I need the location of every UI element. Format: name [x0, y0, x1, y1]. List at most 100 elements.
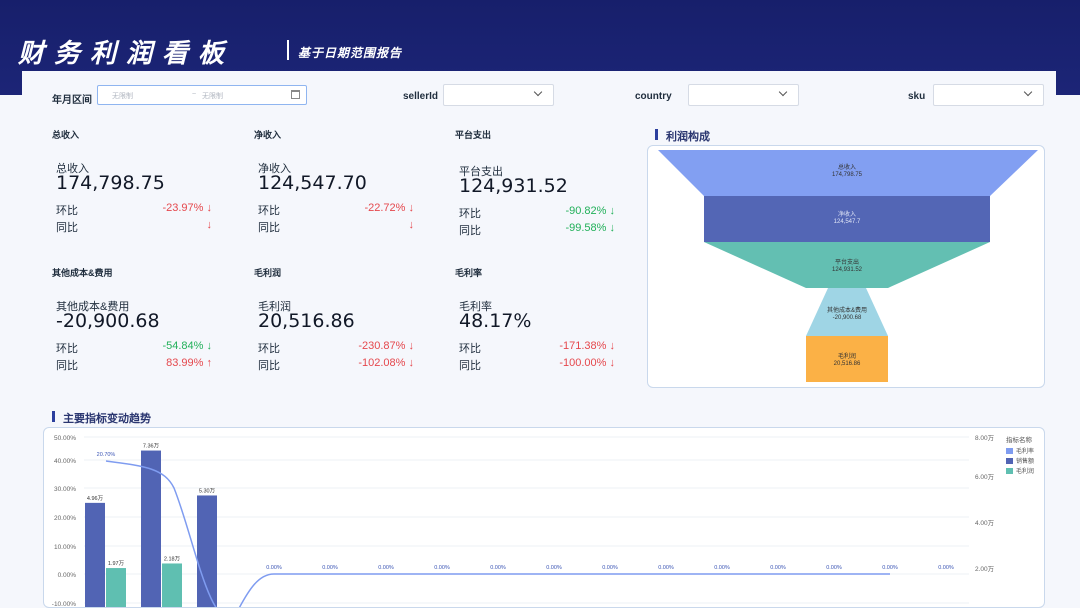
profit-bar-label: 2.18万 — [164, 555, 181, 562]
margin-line-label: 0.00% — [266, 565, 282, 571]
kpi-card-title: 净收入 — [254, 130, 282, 140]
yoy-label: 同比 — [258, 222, 280, 234]
yoy-label: 同比 — [56, 222, 78, 234]
margin-line-label: 0.00% — [938, 565, 954, 571]
sales-bar-label: 7.36万 — [143, 443, 160, 450]
range-separator: ~ — [192, 91, 197, 98]
left-axis-tick: 30.00% — [54, 486, 76, 493]
margin-line-label: 0.00% — [322, 565, 338, 571]
kpi-card-title: 平台支出 — [455, 130, 492, 140]
mom-change: -23.97% ↓ — [162, 202, 212, 214]
legend-label: 毛利率 — [1016, 447, 1034, 455]
mom-label: 环比 — [56, 343, 78, 355]
kpi-value: 124,931.52 — [459, 175, 568, 197]
left-axis-tick: -10.00% — [52, 601, 76, 608]
range-end-placeholder[interactable]: 无限制 — [202, 91, 223, 101]
sales-bar — [141, 450, 161, 607]
mom-change: -230.87% ↓ — [358, 340, 414, 352]
margin-line — [105, 460, 890, 607]
margin-line-label: 0.00% — [546, 565, 562, 571]
profit-bar — [162, 563, 182, 607]
margin-line-label: 0.00% — [658, 565, 674, 571]
legend-swatch — [1006, 468, 1013, 474]
kpi-value: -20,900.68 — [56, 310, 160, 332]
mom-change: -54.84% ↓ — [162, 340, 212, 352]
page-subtitle: 基于日期范围报告 — [298, 46, 403, 60]
kpi-value: 124,547.70 — [258, 172, 367, 194]
kpi-value: 48.17% — [459, 310, 532, 332]
funnel-title: 利润构成 — [666, 131, 710, 143]
kpi-card-title: 毛利率 — [455, 268, 483, 278]
mom-label: 环比 — [56, 205, 78, 217]
calendar-icon[interactable] — [291, 90, 300, 99]
country-select[interactable] — [688, 84, 799, 106]
trend-title: 主要指标变动趋势 — [63, 413, 151, 425]
legend-swatch — [1006, 448, 1013, 454]
sales-bar-label: 4.96万 — [87, 495, 104, 502]
yoy-label: 同比 — [459, 360, 481, 372]
legend-swatch — [1006, 458, 1013, 464]
range-start-placeholder[interactable]: 无限制 — [112, 91, 133, 101]
kpi-value: 174,798.75 — [56, 172, 165, 194]
page-title: 财务利润看板 — [18, 39, 235, 69]
mom-label: 环比 — [258, 205, 280, 217]
left-axis-tick: 40.00% — [54, 458, 76, 465]
left-axis-tick: 10.00% — [54, 544, 76, 551]
yoy-change: ↓ — [206, 219, 213, 231]
title-divider — [287, 40, 289, 60]
margin-line-label: 0.00% — [770, 565, 786, 571]
mom-label: 环比 — [459, 208, 481, 220]
legend-label: 毛利润 — [1016, 467, 1034, 475]
trend-svg: 50.00% 40.00% 30.00% 20.00% 10.00% 0.00% -10.0… — [52, 434, 1034, 608]
kpi-card-title: 毛利润 — [254, 268, 282, 278]
margin-line-label: 0.00% — [490, 565, 506, 571]
country-filter-label: country — [635, 91, 672, 102]
sku-filter-label: sku — [908, 91, 926, 102]
funnel-stage-value: 174,798.75 — [832, 172, 863, 178]
funnel-stage-value: 124,931.52 — [832, 267, 863, 273]
yoy-change: -99.58% ↓ — [565, 222, 615, 234]
funnel-stage-name: 其他成本&费用 — [827, 306, 867, 314]
seller-filter-label: sellerId — [403, 91, 439, 102]
sales-bar — [85, 502, 105, 607]
chevron-down-icon — [533, 87, 543, 97]
profit-bar-label: 1.97万 — [108, 560, 125, 567]
mom-change: -171.38% ↓ — [559, 340, 615, 352]
section-marker — [52, 411, 55, 422]
margin-line-label: 0.00% — [882, 565, 898, 571]
margin-line-label: 20.70% — [97, 452, 116, 458]
yoy-change: ↓ — [408, 219, 415, 231]
section-marker — [655, 129, 658, 140]
margin-line-label: 0.00% — [378, 565, 394, 571]
month-range-label: 年月区间 — [52, 95, 92, 106]
right-axis-tick: 4.00万 — [975, 519, 995, 527]
seller-select[interactable] — [443, 84, 554, 106]
funnel-stage-name: 总收入 — [838, 163, 856, 171]
sales-bar-label: 5.30万 — [199, 487, 216, 494]
chevron-down-icon — [778, 87, 788, 97]
yoy-change: -100.00% ↓ — [559, 357, 615, 369]
mom-label: 环比 — [459, 343, 481, 355]
mom-change: -22.72% ↓ — [364, 202, 414, 214]
yoy-label: 同比 — [56, 360, 78, 372]
sales-bar — [197, 495, 217, 607]
yoy-label: 同比 — [459, 225, 481, 237]
legend-title: 指标名称 — [1006, 435, 1033, 444]
sku-select[interactable] — [933, 84, 1044, 106]
legend-label: 销售额 — [1016, 457, 1034, 465]
chevron-down-icon — [1023, 87, 1033, 97]
margin-line-label: 0.00% — [826, 565, 842, 571]
yoy-change: 83.99% ↑ — [166, 357, 212, 369]
profit-bar — [106, 568, 126, 607]
mom-label: 环比 — [258, 343, 280, 355]
kpi-card-title: 总收入 — [52, 130, 80, 140]
yoy-label: 同比 — [258, 360, 280, 372]
left-axis-tick: 20.00% — [54, 515, 76, 522]
margin-line-label: 0.00% — [434, 565, 450, 571]
funnel-stage-value: -20,900.68 — [833, 315, 862, 321]
trend-chart: 50.00% 40.00% 30.00% 20.00% 10.00% 0.00% -10.0… — [43, 427, 1045, 608]
funnel-stage-value: 20,516.86 — [834, 361, 861, 367]
funnel-stage-value: 124,547.7 — [834, 219, 861, 225]
month-range-picker[interactable]: 无限制 ~ 无限制 — [97, 85, 307, 105]
funnel-stage-name: 净收入 — [838, 210, 856, 218]
